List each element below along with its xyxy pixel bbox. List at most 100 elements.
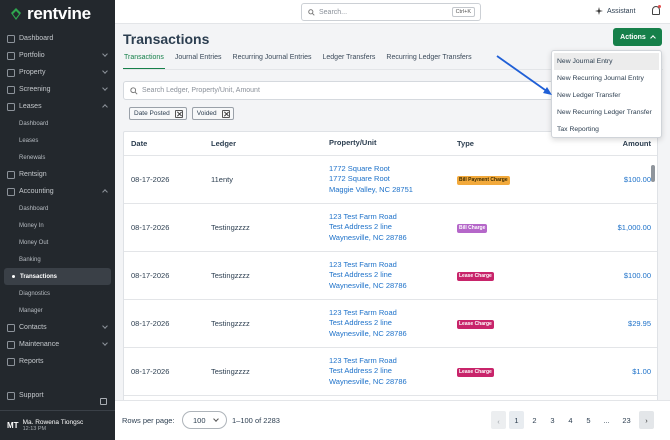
address-line-1: 123 Test Farm Road (329, 211, 397, 221)
tab-journal-entries[interactable]: Journal Entries (174, 54, 223, 69)
cell-amount[interactable]: $100.00 (577, 175, 651, 184)
sidebar-item-dashboard[interactable]: Dashboard (0, 30, 115, 47)
tab-recurring-ledger-transfers[interactable]: Recurring Ledger Transfers (385, 54, 472, 69)
address-line-2: Test Address 2 line (329, 318, 392, 328)
page-button[interactable]: 3 (545, 411, 560, 429)
column-header-date[interactable]: Date (124, 139, 211, 148)
cell-property-link[interactable]: 123 Test Farm Road Test Address 2 line W… (329, 356, 457, 388)
tab-transactions[interactable]: Transactions (123, 54, 165, 69)
close-icon[interactable] (221, 109, 230, 118)
page-button[interactable]: 2 (527, 411, 542, 429)
leases-icon (7, 102, 15, 111)
search-icon (130, 86, 138, 95)
page-button[interactable]: 23 (617, 411, 636, 429)
next-page-button[interactable]: › (639, 411, 654, 429)
assistant-button[interactable]: Assistant (595, 7, 635, 15)
sidebar-item-support[interactable]: Support (0, 387, 115, 404)
cell-ledger: 11enty (211, 175, 233, 184)
page-button[interactable]: 1 (509, 411, 524, 429)
sidebar-subitem-renewals[interactable]: Renewals (0, 149, 115, 166)
column-header-type[interactable]: Type (457, 139, 577, 148)
cell-property-link[interactable]: 1772 Square Root 1772 Square Root Maggie… (329, 164, 457, 196)
user-profile[interactable]: MT Ma. Rowena Tiongsc 12:13 PM (0, 398, 115, 440)
page-button[interactable]: 5 (581, 411, 596, 429)
close-icon[interactable] (174, 109, 183, 118)
search-placeholder: Search Ledger, Property/Unit, Amount (142, 87, 260, 94)
sparkle-icon (595, 7, 603, 15)
sidebar-item-leases[interactable]: Leases (0, 98, 115, 115)
chip-label: Date Posted (134, 110, 170, 117)
address-line-2: 1772 Square Root (329, 174, 390, 184)
actions-button[interactable]: Actions (613, 28, 662, 46)
menu-item-new-recurring-ledger-transfer[interactable]: New Recurring Ledger Transfer (552, 104, 661, 121)
rows-per-page-label: Rows per page: (122, 416, 175, 425)
type-badge: Lease Charge (457, 367, 494, 377)
sidebar-subitem-money-in[interactable]: Money In (0, 217, 115, 234)
chevron-up-icon (102, 104, 108, 110)
sidebar-item-reports[interactable]: Reports (0, 353, 115, 370)
column-header-ledger[interactable]: Ledger (211, 139, 329, 148)
chevron-down-icon (213, 416, 219, 422)
tab-recurring-journal-entries[interactable]: Recurring Journal Entries (232, 54, 313, 69)
sidebar-item-maintenance[interactable]: Maintenance (0, 336, 115, 353)
type-badge: Lease Charge (457, 319, 494, 329)
collapse-sidebar-icon[interactable] (100, 398, 107, 405)
table-footer: Rows per page: 100 1–100 of 2283 ‹ 1 2 3… (115, 400, 670, 440)
table-row[interactable]: 08-17-2026 Testingzzzz 123 Test Farm Roa… (124, 300, 657, 348)
sidebar-item-label: Property (19, 69, 46, 76)
sidebar-subitem-accounting-dashboard[interactable]: Dashboard (0, 200, 115, 217)
column-header-amount[interactable]: Amount (577, 139, 651, 148)
actions-dropdown-menu: New Journal Entry New Recurring Journal … (551, 50, 662, 138)
property-icon (7, 68, 15, 77)
rows-per-page-select[interactable]: 100 (182, 411, 227, 429)
column-header-property[interactable]: Property/Unit (329, 138, 457, 149)
tab-ledger-transfers[interactable]: Ledger Transfers (322, 54, 377, 69)
chevron-down-icon (102, 85, 108, 91)
prev-page-button[interactable]: ‹ (491, 411, 506, 429)
table-row[interactable]: 08-17-2026 11enty 1772 Square Root 1772 … (124, 156, 657, 204)
cell-property-link[interactable]: 123 Test Farm Road Test Address 2 line W… (329, 308, 457, 340)
table-scrollbar[interactable] (651, 165, 655, 182)
shortcut-badge: Ctrl+K (451, 7, 475, 17)
logo[interactable]: rentvine (0, 0, 115, 28)
global-search-input[interactable]: Search... Ctrl+K (301, 3, 481, 21)
assistant-label: Assistant (607, 7, 636, 15)
filter-chip-voided[interactable]: Voided (191, 107, 234, 120)
cell-amount[interactable]: $1.00 (577, 367, 651, 376)
sidebar-subitem-money-out[interactable]: Money Out (0, 234, 115, 251)
sidebar-subitem-diagnostics[interactable]: Diagnostics (0, 285, 115, 302)
sidebar-subitem-leases-dashboard[interactable]: Dashboard (0, 115, 115, 132)
filter-chip-date-posted[interactable]: Date Posted (129, 107, 187, 120)
sidebar-item-label: Contacts (19, 324, 47, 331)
table-row[interactable]: 08-17-2026 Testingzzzz 123 Test Farm Roa… (124, 348, 657, 396)
address-line-3: Waynesville, NC 28786 (329, 280, 407, 290)
cell-property-link[interactable]: 123 Test Farm Road Test Address 2 line W… (329, 260, 457, 292)
sidebar-item-contacts[interactable]: Contacts (0, 319, 115, 336)
sidebar-subitem-manager[interactable]: Manager (0, 302, 115, 319)
table-row[interactable]: 08-17-2026 Testingzzzz 123 Test Farm Roa… (124, 204, 657, 252)
sidebar-item-rentsign[interactable]: Rentsign (0, 166, 115, 183)
menu-item-new-ledger-transfer[interactable]: New Ledger Transfer (552, 87, 661, 104)
screening-icon (7, 85, 15, 94)
sidebar-item-property[interactable]: Property (0, 64, 115, 81)
page-button[interactable]: 4 (563, 411, 578, 429)
sidebar-subitem-transactions[interactable]: Transactions (4, 268, 111, 285)
topbar: Search... Ctrl+K Assistant (115, 0, 670, 24)
sidebar-item-accounting[interactable]: Accounting (0, 183, 115, 200)
address-line-1: 123 Test Farm Road (329, 355, 397, 365)
cell-amount[interactable]: $1,000.00 (577, 223, 651, 232)
menu-item-new-recurring-journal-entry[interactable]: New Recurring Journal Entry (552, 70, 661, 87)
table-row[interactable]: 08-17-2026 Testingzzzz 123 Test Farm Roa… (124, 252, 657, 300)
sidebar-item-screening[interactable]: Screening (0, 81, 115, 98)
menu-item-tax-reporting[interactable]: Tax Reporting (552, 121, 661, 138)
sidebar-subitem-banking[interactable]: Banking (0, 251, 115, 268)
menu-item-new-journal-entry[interactable]: New Journal Entry (554, 53, 659, 70)
address-line-1: 123 Test Farm Road (329, 307, 397, 317)
sidebar-item-portfolio[interactable]: Portfolio (0, 47, 115, 64)
sidebar-item-label: Screening (19, 86, 51, 93)
cell-property-link[interactable]: 123 Test Farm Road Test Address 2 line W… (329, 212, 457, 244)
rows-per-page-value: 100 (193, 415, 206, 425)
cell-amount[interactable]: $100.00 (577, 271, 651, 280)
sidebar-subitem-leases[interactable]: Leases (0, 132, 115, 149)
cell-amount[interactable]: $29.95 (577, 319, 651, 328)
